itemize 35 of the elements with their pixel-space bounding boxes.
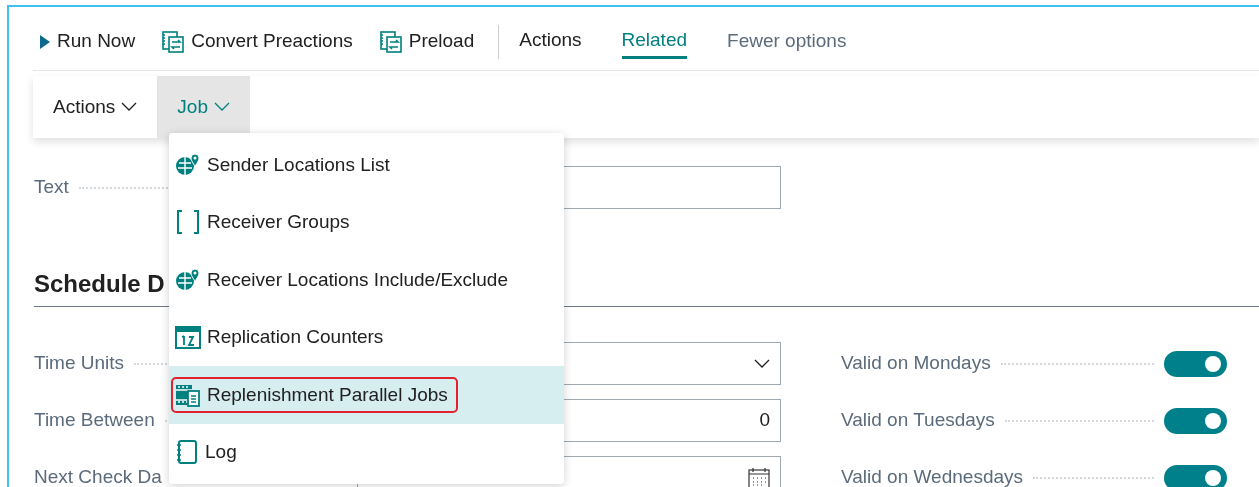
toolbar-button[interactable]: Preload — [372, 27, 495, 56]
toolbar-button[interactable]: Convert Preactions — [155, 27, 373, 56]
menu-item[interactable]: Replenishment Parallel Jobs — [169, 366, 564, 424]
toggle-label: Valid on Mondays — [841, 351, 991, 376]
chevron-down-icon — [213, 102, 230, 112]
document-arrows-icon — [378, 29, 403, 54]
chevron-down-icon — [754, 358, 770, 369]
film-clipboard-icon — [175, 382, 201, 407]
fewer-options-button[interactable]: Fewer options — [727, 27, 847, 56]
submenu-button[interactable]: Actions — [33, 76, 158, 138]
toggle-label: Valid on Wednesdays — [841, 465, 1024, 487]
menu-tab[interactable]: Actions — [519, 23, 582, 60]
field-label: Text — [34, 175, 69, 200]
field-label: Time Between — [34, 408, 155, 433]
menu-item[interactable]: Receiver Groups — [169, 193, 564, 251]
menu-item[interactable]: Replication Counters — [169, 308, 564, 366]
toggle-label: Valid on Tuesdays — [841, 408, 995, 433]
field-label: Time Units — [34, 351, 125, 376]
toggle-switch[interactable] — [1164, 464, 1227, 487]
chevron-down-icon — [121, 102, 138, 112]
document-arrows-icon — [161, 29, 186, 54]
submenu-button[interactable]: Job — [157, 76, 250, 138]
toolbar-button[interactable]: Run Now — [33, 27, 156, 56]
brackets-icon — [175, 209, 201, 236]
notebook-icon — [175, 439, 199, 466]
field-label: Next Check Da — [34, 465, 162, 487]
globe-pin-icon — [175, 152, 201, 177]
toggle-switch[interactable] — [1164, 350, 1227, 377]
calendar-icon — [748, 466, 770, 487]
calendar-number-icon — [175, 325, 201, 350]
play-icon — [39, 33, 51, 50]
toggle-switch[interactable] — [1164, 407, 1227, 434]
globe-pin-icon — [175, 267, 201, 292]
menu-item[interactable]: Sender Locations List — [169, 136, 564, 194]
menu-tab[interactable]: Related — [621, 23, 688, 60]
